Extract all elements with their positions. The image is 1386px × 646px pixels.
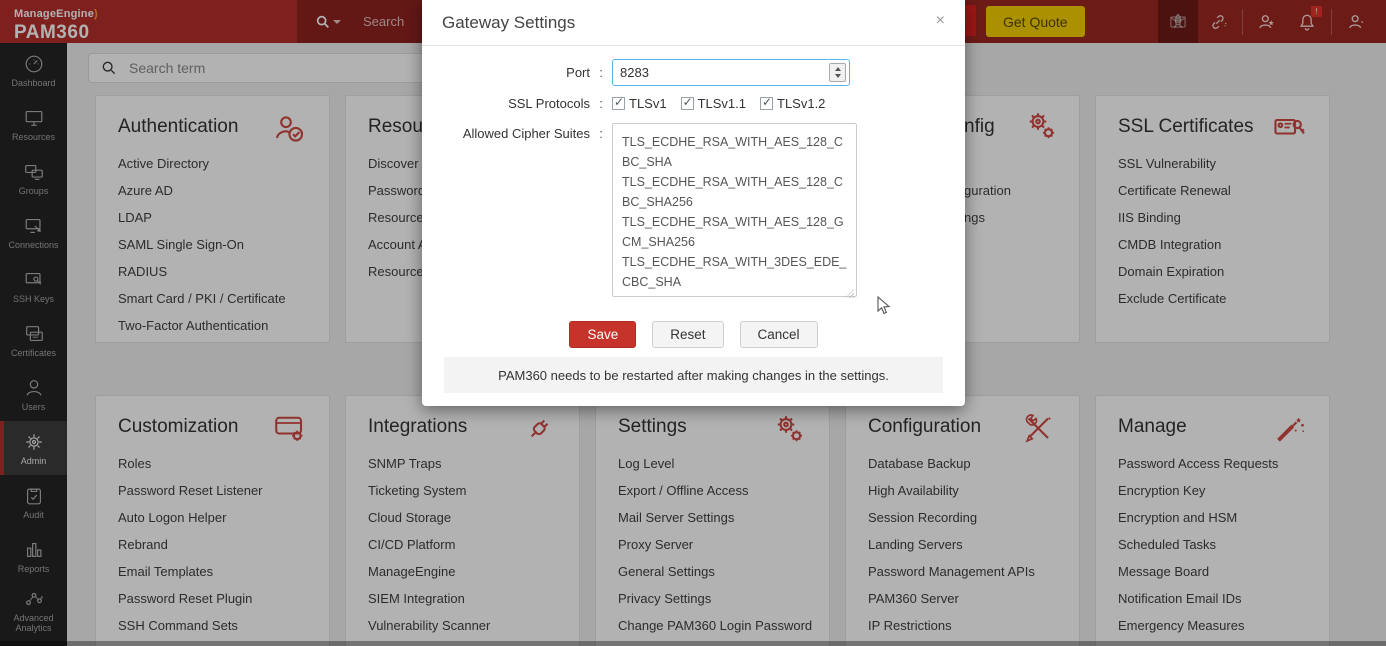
number-spinner[interactable] [829,63,846,82]
spinner-down-icon[interactable] [835,74,841,78]
port-label: Port [438,65,590,80]
restart-note: PAM360 needs to be restarted after makin… [444,357,943,393]
resize-handle[interactable] [845,289,854,298]
dialog-title: Gateway Settings [442,13,575,32]
ssl-protocols-label: SSL Protocols [438,96,590,111]
checkbox-checked-icon[interactable] [760,97,773,110]
cipher-suites-textarea[interactable]: TLS_ECDHE_RSA_WITH_AES_128_CBC_SHA TLS_E… [612,123,857,297]
close-icon[interactable]: × [936,12,945,30]
cipher-suites-label: Allowed Cipher Suites [438,126,590,141]
cancel-button[interactable]: Cancel [740,321,818,348]
checkbox-checked-icon[interactable] [612,97,625,110]
gateway-settings-dialog: Gateway Settings × Port : SSL Protocols … [422,0,965,406]
port-input[interactable] [612,59,850,86]
checkbox-tlsv1-1[interactable]: TLSv1.1 [681,96,746,111]
checkbox-tlsv1-2[interactable]: TLSv1.2 [760,96,825,111]
bottom-edge [0,641,1386,646]
checkbox-checked-icon[interactable] [681,97,694,110]
reset-button[interactable]: Reset [652,321,723,348]
save-button[interactable]: Save [569,321,636,348]
checkbox-tlsv1[interactable]: TLSv1 [612,96,667,111]
spinner-up-icon[interactable] [835,67,841,71]
